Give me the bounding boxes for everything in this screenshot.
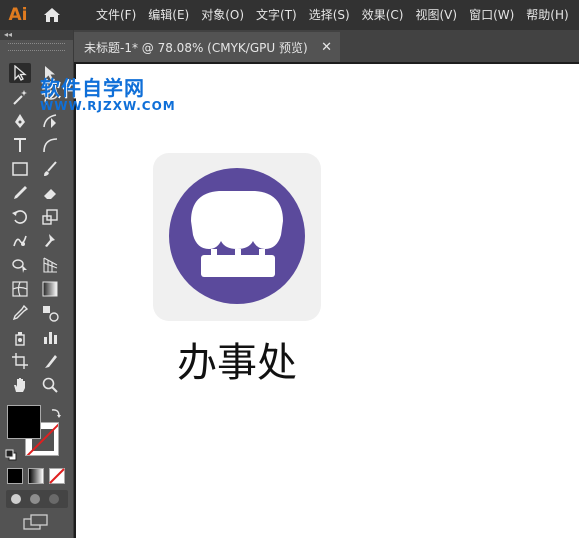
warp-icon[interactable] — [9, 231, 31, 251]
watermark-title: 软件自学网 — [40, 76, 145, 100]
gradient-mode-button[interactable] — [28, 468, 44, 484]
mesh-icon[interactable] — [9, 279, 31, 299]
panel-grip[interactable] — [8, 43, 65, 51]
type-tool-icon[interactable] — [9, 135, 31, 155]
artboard-tool-icon[interactable] — [9, 351, 31, 371]
selection-tool-icon[interactable] — [9, 63, 31, 83]
menu-edit[interactable]: 编辑(E) — [142, 0, 195, 30]
eraser-icon[interactable] — [39, 183, 61, 203]
home-icon[interactable] — [36, 0, 68, 30]
close-icon[interactable]: ✕ — [321, 40, 332, 55]
gradient-icon[interactable] — [39, 279, 61, 299]
pencil-icon[interactable] — [9, 183, 31, 203]
watermark: 软件自学网 WWW.RJZXW.COM — [40, 72, 176, 113]
kiosk-icon — [169, 168, 305, 304]
app-logo: Ai — [8, 5, 28, 25]
menu-items: 文件(F) 编辑(E) 对象(O) 文字(T) 选择(S) 效果(C) 视图(V… — [90, 0, 575, 30]
slice-icon[interactable] — [39, 351, 61, 371]
swap-fill-stroke-icon[interactable] — [49, 405, 63, 424]
panel-collapse-button[interactable]: ◂◂ — [0, 30, 73, 40]
document-tab-title: 未标题-1* @ 78.08% (CMYK/GPU 预览) — [84, 40, 308, 55]
pen-tool-icon[interactable] — [9, 111, 31, 131]
zoom-icon[interactable] — [39, 375, 61, 395]
eyedropper-icon[interactable] — [9, 303, 31, 323]
draw-mode-icon[interactable] — [6, 490, 68, 508]
rotate-icon[interactable] — [9, 207, 31, 227]
icon-artwork[interactable] — [153, 153, 321, 321]
screen-mode-icon[interactable] — [23, 514, 49, 534]
icon-caption: 办事处 — [177, 340, 297, 386]
symbol-sprayer-icon[interactable] — [9, 327, 31, 347]
blend-icon[interactable] — [39, 303, 61, 323]
draw-mode-group — [6, 490, 68, 508]
menu-file[interactable]: 文件(F) — [90, 0, 142, 30]
menu-type[interactable]: 文字(T) — [250, 0, 303, 30]
fill-swatch[interactable] — [7, 405, 41, 439]
default-fill-stroke-icon[interactable] — [5, 446, 17, 465]
arc-icon[interactable] — [39, 135, 61, 155]
document-tab[interactable]: 未标题-1* @ 78.08% (CMYK/GPU 预览) ✕ — [74, 32, 340, 62]
menu-help[interactable]: 帮助(H) — [520, 0, 574, 30]
magic-wand-icon[interactable] — [9, 87, 31, 107]
perspective-grid-icon[interactable] — [39, 255, 61, 275]
puppet-warp-icon[interactable] — [39, 231, 61, 251]
artboard-canvas[interactable] — [74, 62, 579, 538]
menu-effect[interactable]: 效果(C) — [356, 0, 410, 30]
none-mode-button[interactable] — [49, 468, 65, 488]
document-tab-bar: 未标题-1* @ 78.08% (CMYK/GPU 预览) ✕ — [74, 30, 579, 62]
scale-icon[interactable] — [39, 207, 61, 227]
paintbrush-icon[interactable] — [39, 159, 61, 179]
color-mode-button[interactable] — [7, 468, 23, 484]
column-graph-icon[interactable] — [39, 327, 61, 347]
watermark-url: WWW.RJZXW.COM — [40, 99, 176, 113]
menu-select[interactable]: 选择(S) — [303, 0, 356, 30]
curvature-icon[interactable] — [39, 111, 61, 131]
menu-window[interactable]: 窗口(W) — [463, 0, 520, 30]
menu-object[interactable]: 对象(O) — [195, 0, 250, 30]
shape-builder-icon[interactable] — [9, 255, 31, 275]
menu-bar: Ai 文件(F) 编辑(E) 对象(O) 文字(T) 选择(S) 效果(C) 视… — [0, 0, 579, 30]
menu-view[interactable]: 视图(V) — [409, 0, 463, 30]
hand-icon[interactable] — [9, 375, 31, 395]
rectangle-icon[interactable] — [9, 159, 31, 179]
